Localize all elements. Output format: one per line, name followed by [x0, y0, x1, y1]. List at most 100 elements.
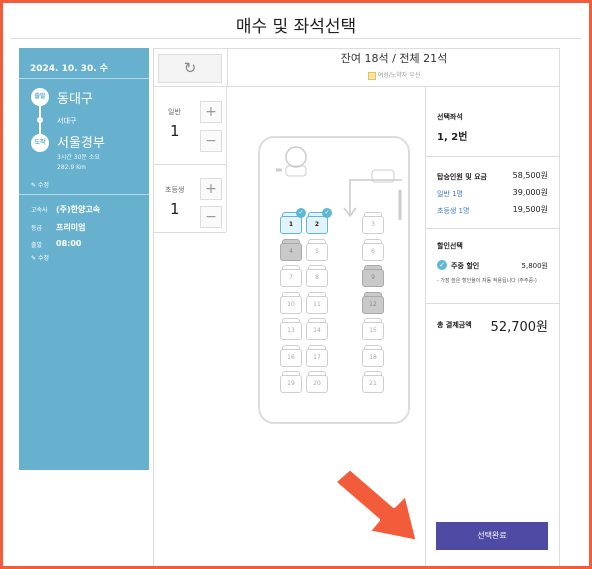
seat-17[interactable]: 17	[306, 344, 328, 367]
seat-6[interactable]: 6	[362, 238, 384, 261]
adult-count: 1	[170, 122, 180, 140]
seat-16[interactable]: 16	[280, 344, 302, 367]
seat-number: 5	[306, 242, 328, 261]
seat-7[interactable]: 7	[280, 265, 302, 287]
seat-number: 20	[306, 375, 328, 393]
seat-8[interactable]: 8	[306, 265, 328, 287]
seat-number: 3	[362, 216, 384, 234]
seat-number: 11	[306, 295, 328, 314]
seat-9: 9	[362, 265, 384, 287]
seat-number: 8	[306, 269, 328, 287]
selected-seats-value: 1, 2번	[437, 132, 468, 143]
time-value: 08:00	[56, 239, 82, 248]
child-minus-button[interactable]: −	[200, 206, 222, 228]
seat-number: 2	[306, 216, 328, 234]
grade-value: 프리미엄	[56, 223, 86, 232]
summary-divider	[426, 228, 559, 229]
depart-terminal: 동대구	[57, 92, 93, 107]
discount-name: 주중 할인	[451, 262, 480, 270]
seat-number: 1	[280, 216, 302, 234]
child-count: 1	[170, 200, 180, 218]
seat-number: 19	[280, 375, 302, 393]
depart-badge: 출발	[31, 88, 49, 106]
title-divider	[10, 38, 582, 39]
selected-seats-title: 선택좌석	[437, 113, 463, 121]
seat-20[interactable]: 20	[306, 371, 328, 393]
seat-15[interactable]: 15	[362, 318, 384, 340]
edit-bus-button[interactable]: ✎ 수정	[31, 253, 49, 262]
seat-number: 10	[280, 295, 302, 314]
refresh-button[interactable]: ↻	[158, 54, 222, 83]
panel-border	[227, 48, 228, 86]
discount-note: - 가장 높은 할인율이 자동 적용됩니다 (주주중-)	[437, 278, 537, 284]
discount-check-icon[interactable]: ✓	[437, 260, 447, 270]
seat-21[interactable]: 21	[362, 371, 384, 393]
seat-11[interactable]: 11	[306, 291, 328, 314]
child-label: 초등생	[165, 186, 185, 194]
seat-number: 15	[362, 322, 384, 340]
seat-number: 21	[362, 375, 384, 393]
selected-check-icon: ✓	[296, 208, 306, 218]
edit-route-button[interactable]: ✎ 수정	[31, 180, 49, 189]
travel-date: 2024. 10. 30. 수	[30, 64, 109, 74]
refresh-icon: ↻	[183, 59, 197, 77]
fare-child-label[interactable]: 초등생 1명	[437, 206, 469, 216]
legend-label: 여성/노약자 우선	[377, 72, 421, 79]
total-value: 52,700원	[490, 320, 548, 335]
seat-5[interactable]: 5	[306, 238, 328, 261]
edit-route-label: 수정	[37, 182, 49, 189]
distance: 282.9 Km	[57, 164, 86, 171]
child-plus-button[interactable]: +	[200, 178, 222, 200]
adult-label: 일반	[168, 108, 181, 116]
panel-divider	[19, 194, 149, 195]
bus-front-icons	[276, 146, 402, 220]
duration: 3시간 30분 소요	[57, 154, 100, 161]
panel-border	[153, 48, 154, 566]
summary-divider	[426, 303, 559, 304]
seat-3[interactable]: 3	[362, 212, 384, 234]
seat-2[interactable]: 2 ✓	[306, 208, 332, 234]
seat-number: 13	[280, 322, 302, 340]
remaining-seats: 잔여 18석 / 전체 21석	[340, 52, 448, 65]
seat-18[interactable]: 18	[362, 344, 384, 367]
seat-number: 18	[362, 348, 384, 367]
seat-13[interactable]: 13	[280, 318, 302, 340]
panel-border	[559, 48, 560, 566]
summary-divider	[426, 156, 559, 157]
arrive-terminal: 서울경부	[57, 136, 105, 151]
discount-value: 5,800원	[521, 262, 548, 270]
company-label: 고속사	[31, 207, 48, 214]
confirm-selection-button[interactable]: 선택완료	[436, 522, 548, 550]
seat-number: 14	[306, 322, 328, 340]
counter-divider	[153, 164, 226, 165]
seat-number: 9	[362, 269, 384, 287]
seat-1[interactable]: 1 ✓	[280, 208, 306, 234]
arrive-badge: 도착	[31, 134, 49, 152]
edit-icon: ✎	[31, 182, 37, 189]
edit-bus-label: 수정	[37, 255, 49, 262]
page-title: 매수 및 좌석선택	[235, 17, 357, 37]
fare-adult-label[interactable]: 일반 1명	[437, 189, 463, 199]
seat-12: 12	[362, 291, 384, 314]
seat-number: 12	[362, 295, 384, 314]
seat-10[interactable]: 10	[280, 291, 302, 314]
panel-top-border	[153, 86, 559, 87]
route-info-panel: 2024. 10. 30. 수 출발 동대구 서대구 도착 서울경부 3시간 3…	[19, 48, 149, 470]
adult-minus-button[interactable]: −	[200, 130, 222, 152]
seat-number: 4	[280, 242, 302, 261]
seat-legend: 여성/노약자 우선	[229, 70, 559, 80]
seat-4: 4	[280, 238, 302, 261]
priority-seat-swatch	[367, 71, 376, 80]
seat-number: 6	[362, 242, 384, 261]
discount-title: 할인선택	[437, 242, 463, 250]
grade-label: 등급	[31, 225, 43, 232]
edit-icon: ✎	[31, 255, 37, 262]
annotation-arrow-icon	[332, 466, 420, 544]
seat-number: 7	[280, 269, 302, 287]
via-dot	[37, 117, 43, 123]
adult-plus-button[interactable]: +	[200, 101, 222, 123]
counter-border	[226, 86, 227, 232]
via-terminal: 서대구	[57, 117, 77, 125]
seat-19[interactable]: 19	[280, 371, 302, 393]
seat-14[interactable]: 14	[306, 318, 328, 340]
